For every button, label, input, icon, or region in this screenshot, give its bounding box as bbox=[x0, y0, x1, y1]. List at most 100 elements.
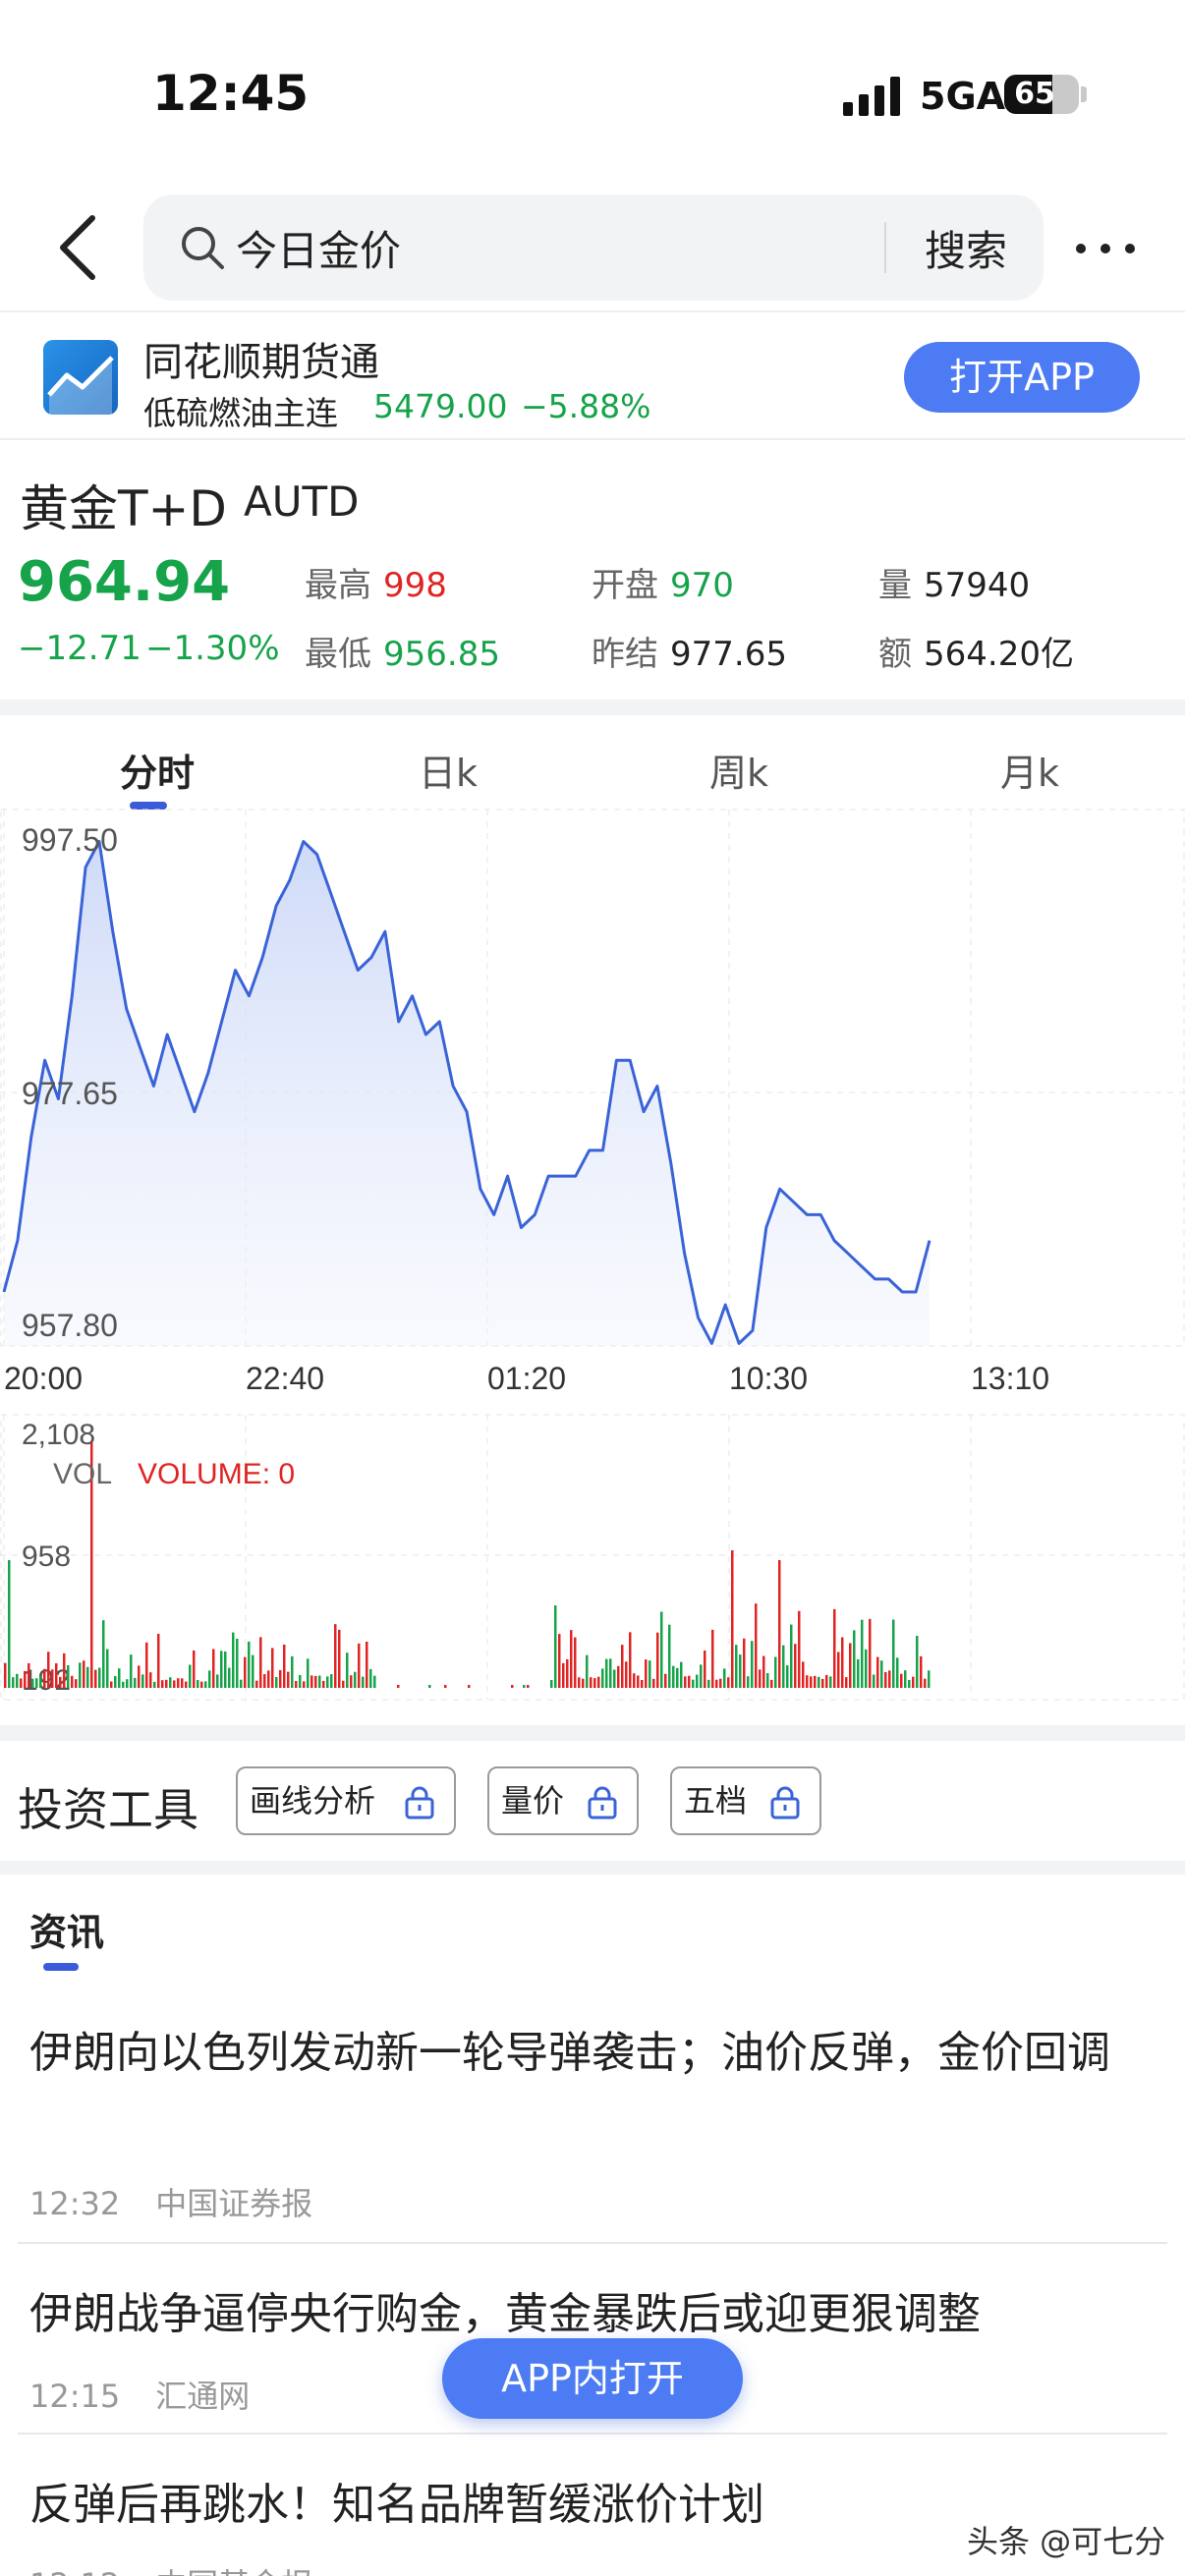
volume-bar bbox=[330, 1674, 333, 1688]
volume-bar bbox=[924, 1678, 927, 1688]
volume-bar bbox=[880, 1660, 883, 1688]
volume-bar bbox=[141, 1674, 144, 1688]
volume-bar bbox=[829, 1676, 832, 1688]
volume-bar bbox=[59, 1676, 62, 1688]
volume-bar bbox=[102, 1620, 105, 1688]
volume-bar bbox=[774, 1656, 777, 1688]
volume-bar bbox=[586, 1654, 589, 1688]
volume-bar bbox=[224, 1651, 227, 1688]
stat-prev-settle: 昨结 977.65 bbox=[592, 635, 787, 674]
volume-bar bbox=[861, 1619, 864, 1688]
volume-bar bbox=[601, 1668, 604, 1688]
volume-bar bbox=[523, 1685, 526, 1688]
volume-bar bbox=[900, 1673, 903, 1688]
tab-monthly-k[interactable]: 月k bbox=[951, 743, 1108, 797]
volume-bar bbox=[94, 1669, 97, 1688]
intraday-chart[interactable]: 997.50 977.65 957.80 20:00 22:40 01:20 10:30 13… bbox=[0, 806, 1185, 1709]
volume-bar bbox=[904, 1670, 907, 1688]
volume-bar bbox=[873, 1674, 875, 1688]
news-meta: 12:12 中国基金报 bbox=[29, 2560, 312, 2576]
volume-bar bbox=[818, 1676, 820, 1688]
promo-title: 同花顺期货通 bbox=[143, 340, 379, 385]
divider bbox=[18, 2433, 1167, 2435]
tab-daily-k[interactable]: 日k bbox=[369, 743, 527, 797]
volume-bar bbox=[802, 1661, 805, 1688]
volume-bar bbox=[220, 1651, 223, 1688]
volume-bar bbox=[189, 1664, 192, 1688]
battery-percent: 65 bbox=[1014, 77, 1055, 111]
volume-bar bbox=[279, 1669, 282, 1688]
volume-bar bbox=[118, 1668, 121, 1688]
volume-bar bbox=[165, 1679, 168, 1688]
tab-weekly-k[interactable]: 周k bbox=[660, 743, 818, 797]
x-tick-label: 22:40 bbox=[246, 1361, 324, 1396]
section-separator bbox=[0, 700, 1185, 715]
network-type: 5GA bbox=[920, 75, 1006, 118]
volume-bar bbox=[173, 1680, 176, 1688]
volume-bar bbox=[216, 1674, 219, 1688]
volume-bar bbox=[582, 1678, 585, 1688]
volume-bar bbox=[782, 1645, 785, 1688]
search-divider bbox=[884, 222, 886, 273]
news-time: 12:12 bbox=[29, 2566, 120, 2576]
volume-bar bbox=[366, 1641, 368, 1688]
tool-volume-price[interactable]: 量价 bbox=[487, 1766, 639, 1835]
volume-bar bbox=[39, 1676, 42, 1688]
open-app-button[interactable]: 打开APP bbox=[904, 342, 1140, 413]
search-button[interactable]: 搜索 bbox=[902, 218, 1030, 277]
volume-bar bbox=[145, 1642, 148, 1688]
volume-bar bbox=[652, 1678, 655, 1688]
promo-instrument: 低硫燃油主连 bbox=[143, 394, 338, 432]
news-meta: 12:32 中国证券报 bbox=[29, 2179, 312, 2224]
watermark: 头条 @可七分 bbox=[967, 2523, 1166, 2560]
volume-bar bbox=[338, 1629, 341, 1688]
volume-bar bbox=[621, 1645, 624, 1688]
divider bbox=[0, 310, 1185, 312]
volume-bar bbox=[86, 1666, 89, 1688]
volume-bar bbox=[295, 1681, 298, 1688]
volume-bar bbox=[680, 1661, 683, 1688]
volume-bar bbox=[354, 1671, 357, 1688]
volume-bar bbox=[629, 1632, 632, 1688]
volume-bar bbox=[833, 1608, 836, 1688]
price-area bbox=[4, 841, 930, 1346]
volume-bar bbox=[240, 1679, 243, 1688]
tool-drawing-analysis[interactable]: 画线分析 bbox=[236, 1766, 456, 1835]
volume-bar bbox=[197, 1680, 199, 1688]
volume-bar bbox=[193, 1650, 196, 1688]
volume-bar bbox=[161, 1680, 164, 1688]
open-in-app-button[interactable]: APP内打开 bbox=[442, 2338, 743, 2419]
volume-bar bbox=[314, 1675, 317, 1688]
search-input[interactable]: 今日金价 bbox=[236, 218, 401, 278]
volume-bar bbox=[719, 1678, 722, 1688]
volume-bar bbox=[24, 1670, 27, 1688]
volume-bar bbox=[51, 1669, 54, 1688]
more-icon[interactable] bbox=[1071, 224, 1140, 273]
volume-bar bbox=[106, 1649, 109, 1688]
app-logo-icon[interactable] bbox=[43, 340, 118, 415]
volume-bar bbox=[299, 1674, 302, 1688]
volume-bar bbox=[185, 1681, 188, 1688]
news-title[interactable]: 伊朗向以色列发动新一轮导弹袭击；油价反弹，金价回调 bbox=[29, 2018, 1159, 2089]
volume-bar bbox=[617, 1665, 620, 1688]
volume-bar bbox=[468, 1685, 471, 1688]
news-source: 汇通网 bbox=[155, 2378, 251, 2415]
volume-bar bbox=[550, 1679, 553, 1688]
divider bbox=[18, 2242, 1167, 2244]
news-tab-indicator bbox=[43, 1963, 79, 1971]
tool-five-levels[interactable]: 五档 bbox=[670, 1766, 821, 1835]
tab-news[interactable]: 资讯 bbox=[29, 1902, 104, 1956]
volume-bar bbox=[138, 1665, 141, 1688]
volume-bar bbox=[770, 1679, 773, 1688]
volume-bar bbox=[762, 1655, 765, 1688]
volume-bar bbox=[696, 1674, 699, 1688]
volume-bar bbox=[208, 1670, 211, 1688]
back-icon[interactable] bbox=[49, 208, 108, 287]
search-box[interactable]: 今日金价 搜索 bbox=[143, 195, 1044, 301]
volume-bar bbox=[47, 1652, 50, 1688]
tab-intraday[interactable]: 分时 bbox=[79, 743, 236, 797]
volume-bar bbox=[358, 1643, 361, 1688]
section-separator bbox=[0, 1725, 1185, 1741]
volume-bar bbox=[4, 1662, 7, 1688]
volume-bar bbox=[806, 1675, 809, 1688]
